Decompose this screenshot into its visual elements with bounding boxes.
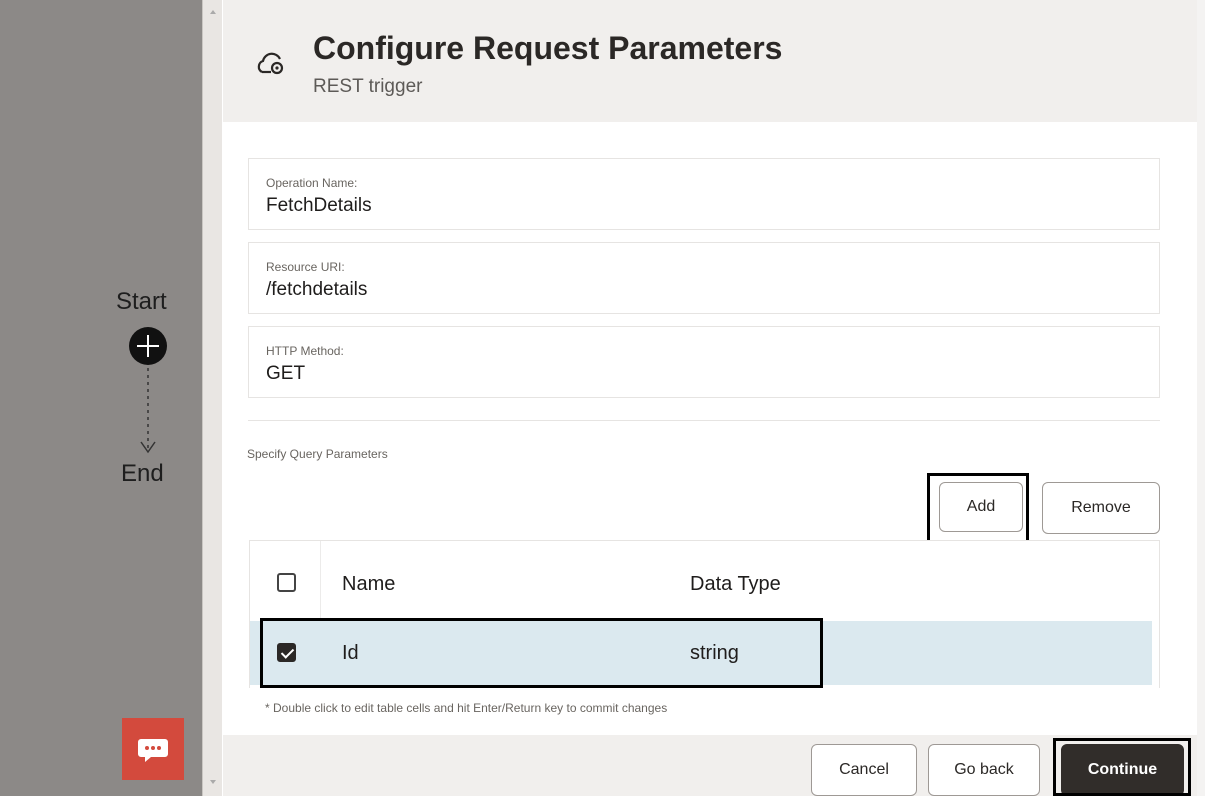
http-method-field[interactable]: HTTP Method: GET — [248, 326, 1160, 398]
http-method-value: GET — [266, 363, 306, 384]
flow-end-label: End — [121, 460, 164, 487]
table-edit-hint: * Double click to edit table cells and h… — [265, 701, 668, 715]
operation-name-field[interactable]: Operation Name: FetchDetails — [248, 158, 1160, 230]
operation-name-value: FetchDetails — [266, 195, 372, 216]
canvas-scrollbar[interactable] — [202, 0, 222, 796]
resource-uri-field[interactable]: Resource URI: /fetchdetails — [248, 242, 1160, 314]
window-edge — [1197, 0, 1205, 796]
go-back-button[interactable]: Go back — [928, 744, 1040, 796]
column-header-name[interactable]: Name — [342, 573, 395, 596]
operation-name-label: Operation Name: — [266, 176, 358, 190]
cloud-gear-icon — [257, 52, 284, 75]
app-root: Start End Configure Request Parameters R… — [0, 0, 1205, 796]
select-all-checkbox[interactable] — [277, 573, 296, 592]
add-trigger-icon[interactable] — [128, 326, 168, 366]
chat-icon — [138, 739, 168, 762]
table-header-row: Name Data Type — [250, 541, 1159, 621]
remove-parameter-button[interactable]: Remove — [1042, 482, 1160, 534]
add-button-highlight — [927, 473, 1029, 544]
resource-uri-label: Resource URI: — [266, 260, 345, 274]
continue-button-highlight — [1053, 738, 1191, 796]
configure-request-dialog: Configure Request Parameters REST trigge… — [223, 0, 1197, 796]
dialog-title: Configure Request Parameters — [313, 30, 783, 66]
resource-uri-value: /fetchdetails — [266, 279, 368, 300]
dialog-subtitle: REST trigger — [313, 76, 423, 97]
cancel-button[interactable]: Cancel — [811, 744, 917, 796]
flow-start-label: Start — [116, 288, 167, 315]
column-header-data-type[interactable]: Data Type — [690, 573, 781, 596]
query-parameters-label: Specify Query Parameters — [247, 447, 388, 461]
chat-button[interactable] — [122, 718, 184, 780]
dialog-footer — [223, 735, 1197, 796]
scroll-down-icon[interactable] — [210, 780, 216, 784]
section-divider — [248, 420, 1160, 421]
flow-connector-arrow-icon — [140, 368, 156, 454]
http-method-label: HTTP Method: — [266, 344, 344, 358]
integration-canvas: Start End — [0, 0, 202, 796]
dialog-header: Configure Request Parameters REST trigge… — [223, 0, 1197, 122]
row-highlight — [260, 618, 823, 688]
column-divider — [320, 541, 321, 621]
scroll-up-icon[interactable] — [210, 10, 216, 14]
